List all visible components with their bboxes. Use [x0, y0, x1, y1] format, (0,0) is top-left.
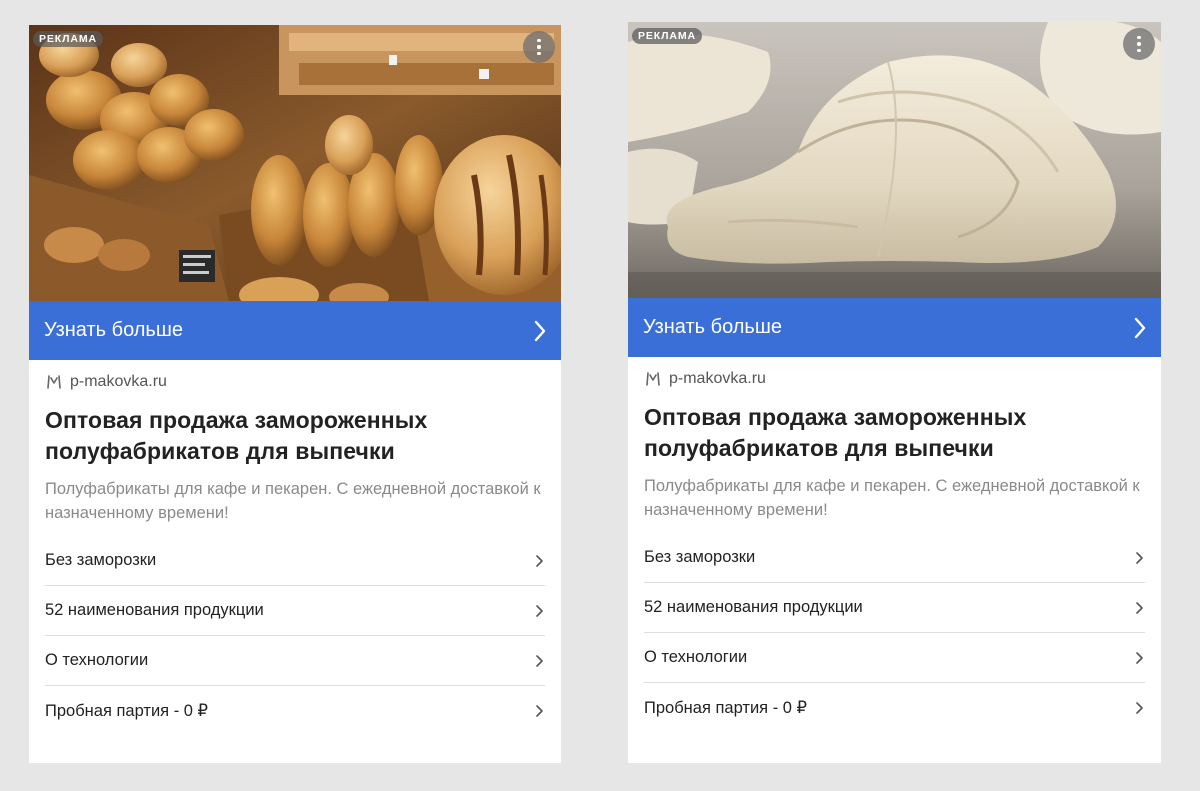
chevron-right-icon [1136, 702, 1143, 714]
more-options-button[interactable] [523, 31, 555, 63]
ad-title[interactable]: Оптовая продажа замороженных полуфабрика… [644, 402, 1145, 464]
dot-icon [1137, 35, 1141, 40]
sitelink-label: Пробная партия - 0 ₽ [45, 702, 209, 720]
dot-icon [1137, 48, 1141, 53]
bread-baskets-photo [29, 25, 561, 301]
croissant-dough-photo [628, 22, 1161, 298]
ad-label-badge: РЕКЛАМА [632, 28, 702, 44]
ad-label-badge: РЕКЛАМА [33, 31, 103, 47]
sitelink-label: Без заморозки [45, 551, 157, 569]
site-favicon-icon [646, 372, 660, 386]
ad-description: Полуфабрикаты для кафе и пекарен. С ежед… [644, 477, 1140, 519]
sitelink-item[interactable]: Без заморозки [644, 533, 1145, 583]
chevron-right-icon [536, 654, 543, 667]
chevron-right-icon [1136, 601, 1143, 614]
sitelink-item[interactable]: О технологии [644, 633, 1145, 683]
sitelink-label: Пробная партия - 0 ₽ [644, 699, 808, 717]
ad-card-2[interactable]: РЕКЛАМА Узнать больше p-makovka.ru Оптов… [628, 22, 1161, 763]
chevron-right-icon [1136, 551, 1143, 564]
ad-description: Полуфабрикаты для кафе и пекарен. С ежед… [45, 480, 541, 522]
domain-text: p-makovka.ru [669, 370, 766, 387]
dot-icon [537, 45, 541, 49]
domain-row[interactable]: p-makovka.ru [644, 368, 1145, 390]
sitelink-label: 52 наименования продукции [644, 598, 863, 616]
learn-more-button[interactable]: Узнать больше [628, 298, 1161, 357]
ad-title[interactable]: Оптовая продажа замороженных полуфабрика… [45, 405, 545, 467]
chevron-right-icon [536, 554, 543, 567]
chevron-right-icon [1134, 317, 1146, 338]
learn-more-label: Узнать больше [44, 319, 184, 341]
sitelink-label: Без заморозки [644, 548, 756, 566]
dot-icon [537, 38, 541, 43]
sitelink-item[interactable]: 52 наименования продукции [644, 583, 1145, 633]
ad-card-1[interactable]: РЕКЛАМА Узнать больше p-makovka.ru Оптов… [29, 25, 561, 763]
domain-text: p-makovka.ru [70, 373, 167, 390]
sitelink-label: 52 наименования продукции [45, 601, 264, 619]
chevron-right-icon [536, 705, 543, 717]
sitelink-item[interactable]: О технологии [45, 636, 545, 686]
sitelinks-list: Без заморозки 52 наименования продукции … [45, 536, 545, 736]
sitelink-label: О технологии [644, 648, 748, 666]
sitelinks-list: Без заморозки 52 наименования продукции … [644, 533, 1145, 733]
ad-body: p-makovka.ru Оптовая продажа замороженны… [628, 368, 1161, 733]
site-favicon-icon [47, 375, 61, 389]
learn-more-button[interactable]: Узнать больше [29, 301, 561, 360]
sitelink-item[interactable]: Пробная партия - 0 ₽ [45, 686, 545, 736]
sitelink-item[interactable]: Без заморозки [45, 536, 545, 586]
ad-image[interactable]: РЕКЛАМА [628, 22, 1161, 298]
sitelink-item[interactable]: 52 наименования продукции [45, 586, 545, 636]
dot-icon [1137, 42, 1141, 46]
chevron-right-icon [536, 604, 543, 617]
ad-image[interactable]: РЕКЛАМА [29, 25, 561, 301]
domain-row[interactable]: p-makovka.ru [45, 371, 545, 393]
dot-icon [537, 51, 541, 56]
ad-body: p-makovka.ru Оптовая продажа замороженны… [29, 371, 561, 736]
sitelink-label: О технологии [45, 651, 149, 669]
more-options-button[interactable] [1123, 28, 1155, 60]
sitelink-item[interactable]: Пробная партия - 0 ₽ [644, 683, 1145, 733]
chevron-right-icon [1136, 651, 1143, 664]
chevron-right-icon [534, 320, 546, 341]
learn-more-label: Узнать больше [643, 316, 783, 338]
